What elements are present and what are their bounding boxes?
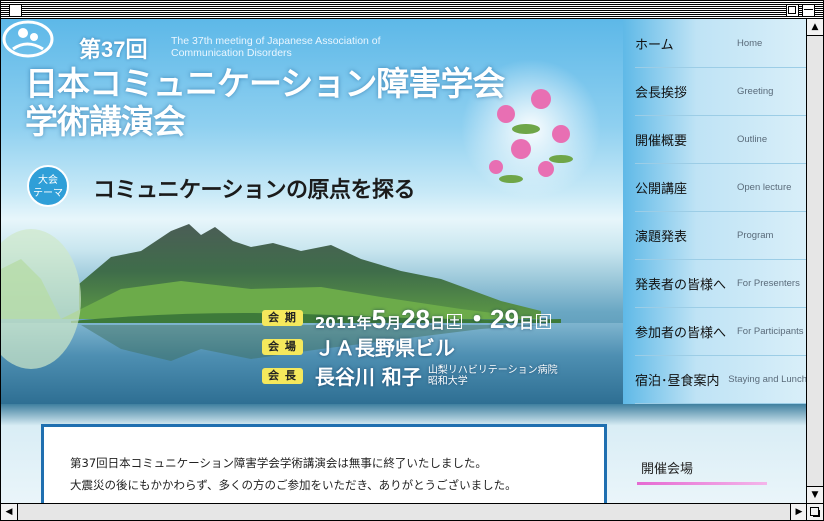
chair-affiliation-line1: 山梨リハビリテーション病院 xyxy=(427,364,558,376)
conference-theme: コミュニケーションの原点を探る xyxy=(93,177,416,203)
venue-label: 会 場 xyxy=(262,338,303,355)
vertical-scrollbar[interactable]: ▲ ▼ xyxy=(806,19,823,503)
page-title-line1: 日本コミュニケーション障害学会 xyxy=(25,64,505,103)
heading-underline xyxy=(637,482,767,485)
nav-item-presenters-en: For Presenters xyxy=(737,277,800,289)
nav-item-open-lecture-label: 公開講座 xyxy=(635,181,688,197)
nav-item-participants[interactable]: 参加者の皆様へ For Participants xyxy=(635,307,807,356)
arrow-left-icon[interactable]: ◀ xyxy=(1,504,18,520)
english-subtitle-line1: The 37th meeting of Japanese Association… xyxy=(171,35,381,47)
date-day1-unit: 日 xyxy=(430,314,446,332)
date-year: 2011年 xyxy=(314,314,372,332)
main-nav: ホーム Home 会長挨拶 Greeting 開催概要 Outline 公開講座… xyxy=(623,19,807,404)
theme-badge: 大会 テーマ xyxy=(27,165,69,207)
nav-item-home-en: Home xyxy=(737,37,763,49)
date-value: 2011年5月28日土・29日日 xyxy=(315,299,553,336)
lower-section: 第37回日本コミュニケーション障害学会学術講演会は無事に終了いたしました。 大震… xyxy=(1,404,807,503)
close-box-icon[interactable] xyxy=(9,4,22,17)
nav-item-staying-lunch-en: Staying and Lunch xyxy=(728,373,807,385)
resize-grip-icon[interactable] xyxy=(806,503,823,520)
date-day1: 28 xyxy=(401,304,430,334)
notice-box: 第37回日本コミュニケーション障害学会学術講演会は無事に終了いたしました。 大震… xyxy=(41,424,607,503)
date-month: 5 xyxy=(371,304,387,334)
date-day2: 29 xyxy=(490,304,519,334)
nav-item-presenters-label: 発表者の皆様へ xyxy=(635,277,727,293)
nav-item-outline[interactable]: 開催概要 Outline xyxy=(635,115,807,164)
zoom-box-icon[interactable] xyxy=(786,4,799,17)
collapse-box-icon[interactable] xyxy=(802,4,815,17)
venue-value: ＪＡ長野県ビル xyxy=(314,336,455,360)
arrow-down-icon[interactable]: ▼ xyxy=(807,486,823,503)
nav-item-staying-lunch-label: 宿泊･昼食案内 xyxy=(635,373,720,389)
chair-affiliation-line2: 昭和大学 xyxy=(427,375,468,387)
chair-name: 長谷川 和子 xyxy=(314,365,422,389)
english-subtitle: The 37th meeting of Japanese Association… xyxy=(171,35,381,59)
nav-item-program[interactable]: 演題発表 Program xyxy=(635,211,807,260)
nav-item-presenters[interactable]: 発表者の皆様へ For Presenters xyxy=(635,259,807,308)
chair-row: 会 長 長谷川 和子 山梨リハビリテーション病院 昭和大学 xyxy=(262,361,558,390)
notice-line1: 第37回日本コミュニケーション障害学会学術講演会は無事に終了いたしました。 xyxy=(70,456,487,470)
meeting-number: 第37回 xyxy=(79,37,148,62)
date-month-unit: 月 xyxy=(386,314,402,332)
nav-item-participants-label: 参加者の皆様へ xyxy=(635,325,727,341)
venue-row: 会 場 ＪＡ長野県ビル xyxy=(262,332,455,361)
page-title: 日本コミュニケーション障害学会 学術講演会 xyxy=(25,64,505,141)
date-day1-weekday: 土 xyxy=(447,314,463,329)
arrow-right-icon[interactable]: ▶ xyxy=(790,504,807,520)
nav-item-participants-en: For Participants xyxy=(737,325,804,337)
date-day2-weekday: 日 xyxy=(535,314,551,329)
title-bar[interactable] xyxy=(1,1,823,19)
nav-item-greeting-en: Greeting xyxy=(737,85,774,97)
page-title-line2: 学術講演会 xyxy=(25,102,186,141)
date-sep: ・ xyxy=(464,304,491,334)
hero-banner: 第37回 The 37th meeting of Japanese Associ… xyxy=(1,19,623,404)
nav-item-greeting-label: 会長挨拶 xyxy=(635,85,688,101)
nav-item-outline-en: Outline xyxy=(737,133,768,145)
nav-item-program-en: Program xyxy=(737,229,774,241)
venue-heading: 開催会場 xyxy=(641,462,694,477)
arrow-up-icon[interactable]: ▲ xyxy=(807,19,823,36)
nav-item-open-lecture[interactable]: 公開講座 Open lecture xyxy=(635,163,807,212)
horizontal-scrollbar[interactable]: ◀ ▶ xyxy=(1,503,807,520)
nav-item-greeting[interactable]: 会長挨拶 Greeting xyxy=(635,67,807,116)
english-subtitle-line2: Communication Disorders xyxy=(171,47,292,59)
nav-item-open-lecture-en: Open lecture xyxy=(737,181,792,193)
browser-window: 第37回 The 37th meeting of Japanese Associ… xyxy=(0,0,824,521)
theme-badge-line1: 大会 xyxy=(38,175,58,186)
chair-affiliation: 山梨リハビリテーション病院 昭和大学 xyxy=(428,365,558,387)
nav-item-home-label: ホーム xyxy=(635,37,674,53)
nav-item-program-label: 演題発表 xyxy=(635,229,688,245)
date-label: 会 期 xyxy=(262,309,303,326)
association-logo-icon xyxy=(2,20,54,58)
date-day2-unit: 日 xyxy=(518,314,534,332)
nav-item-staying-lunch[interactable]: 宿泊･昼食案内 Staying and Lunch xyxy=(635,355,807,404)
date-row: 会 期 2011年5月28日土・29日日 xyxy=(262,299,553,336)
page-content: 第37回 The 37th meeting of Japanese Associ… xyxy=(1,19,807,503)
nav-item-home[interactable]: ホーム Home xyxy=(635,19,807,68)
notice-line2: 大震災の後にもかかわらず、多くの方のご参加をいただき、ありがとうございました。 xyxy=(70,478,517,492)
nav-item-outline-label: 開催概要 xyxy=(635,133,688,149)
chair-label: 会 長 xyxy=(262,367,303,384)
theme-badge-line2: テーマ xyxy=(33,188,63,199)
